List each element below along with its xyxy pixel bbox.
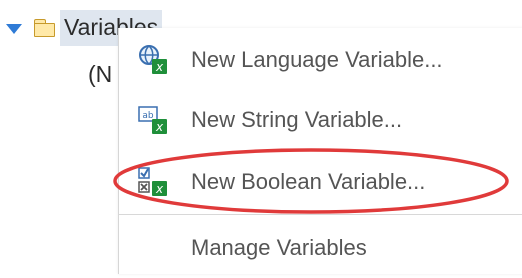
menu-item-label: New Boolean Variable... [191,169,426,194]
globe-variable-icon: x [139,45,167,74]
menu-item-new-language-variable[interactable]: x New Language Variable... [119,30,522,90]
svg-text:x: x [155,60,164,74]
menu-item-new-boolean-variable[interactable]: x New Boolean Variable... [119,152,522,212]
menu-item-manage-variables[interactable]: Manage Variables [119,218,522,278]
folder-icon [34,19,56,37]
svg-text:x: x [155,120,164,134]
svg-text:x: x [155,182,164,196]
menu-item-label: Manage Variables [191,235,367,260]
string-variable-icon: ab x [138,106,167,134]
expand-caret-icon[interactable] [6,24,22,34]
boolean-variable-icon: x [138,167,167,196]
menu-item-label: New String Variable... [191,107,403,132]
menu-separator [119,214,522,215]
context-menu: x New Language Variable... ab x New Stri… [118,28,522,274]
menu-item-new-string-variable[interactable]: ab x New String Variable... [119,90,522,150]
menu-item-label: New Language Variable... [191,47,443,72]
tree-child-node[interactable]: (N [88,56,112,92]
